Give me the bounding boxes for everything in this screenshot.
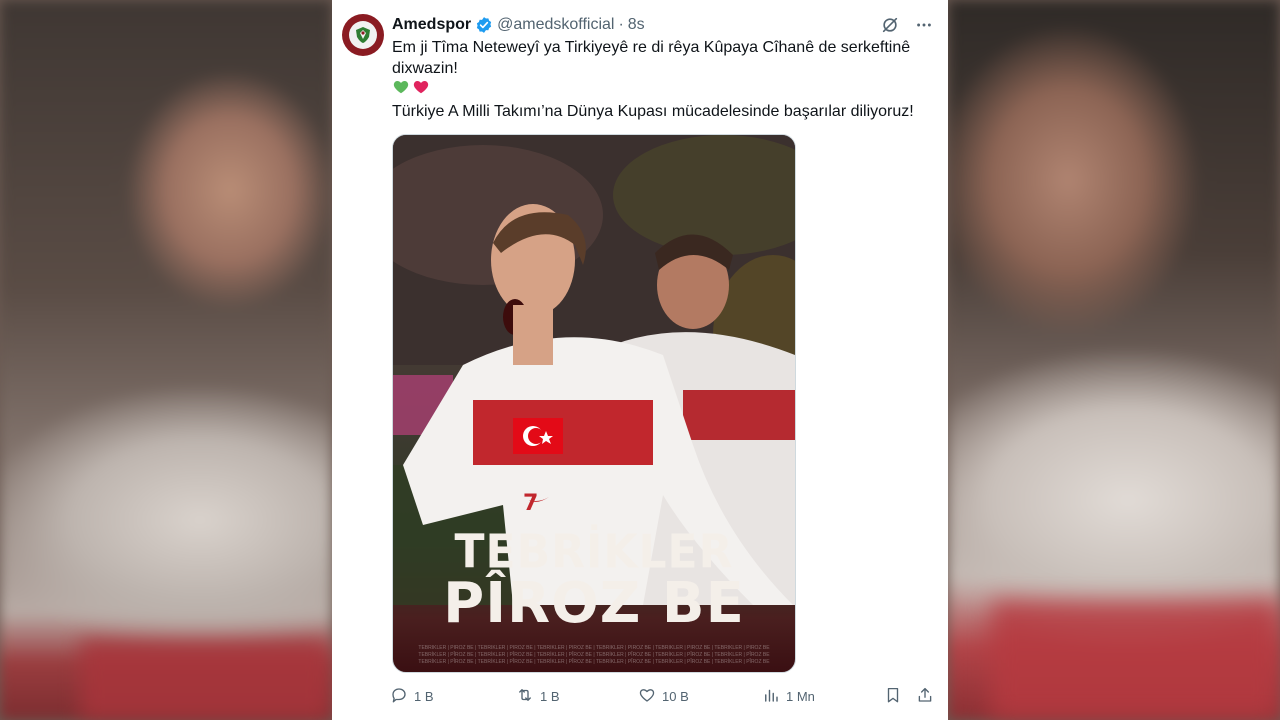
blurred-background-left-accent (80, 640, 330, 720)
image-headline-kurdish: PÎROZ BE (443, 571, 745, 636)
like-button[interactable]: 10 B (638, 686, 762, 707)
emoji-row (392, 79, 938, 101)
separator-dot: · (618, 16, 624, 33)
blurred-background-left (0, 0, 332, 720)
view-count: 1 Mn (786, 688, 815, 704)
shirt-number: 7 (523, 491, 538, 516)
like-count: 10 B (662, 688, 689, 704)
views-chart-icon (762, 686, 780, 707)
bookmark-icon (884, 686, 902, 707)
repost-count: 1 B (540, 688, 560, 704)
tweet-text-kurdish: Em ji Tîma Neteweyî ya Tirkiyeyê re di r… (392, 39, 911, 77)
more-options-icon[interactable] (914, 15, 934, 35)
strip-line-1: TEBRİKLER | PÎROZ BE | TEBRİKLER | PÎROZ… (418, 645, 770, 651)
screen: Amedspor @amedskofficial · 8s Em ji Tîma… (0, 0, 1280, 720)
strip-line-2: TEBRİKLER | PÎROZ BE | TEBRİKLER | PÎROZ… (418, 652, 770, 658)
reply-count: 1 B (414, 688, 434, 704)
header-actions (880, 15, 934, 35)
repost-button[interactable]: 1 B (516, 686, 638, 707)
tweet-header: Amedspor @amedskofficial · 8s (392, 14, 934, 36)
heart-icon (638, 686, 656, 707)
verified-badge-icon (475, 16, 493, 34)
action-bar: 1 B 1 B 10 B 1 Mn (390, 684, 942, 708)
share-icon (916, 686, 934, 707)
share-button[interactable] (916, 686, 940, 707)
display-name[interactable]: Amedspor (392, 16, 471, 34)
club-crest-icon (349, 21, 377, 49)
grok-icon[interactable] (880, 15, 900, 35)
tweet-card[interactable]: Amedspor @amedskofficial · 8s Em ji Tîma… (332, 0, 948, 720)
image-footer-strip: TEBRİKLER | PÎROZ BE | TEBRİKLER | PÎROZ… (393, 645, 795, 667)
avatar[interactable] (342, 14, 384, 56)
reply-icon (390, 686, 408, 707)
strip-line-3: TEBRİKLER | PÎROZ BE | TEBRİKLER | PÎROZ… (418, 659, 770, 665)
repost-icon (516, 686, 534, 707)
bookmark-button[interactable] (884, 686, 916, 707)
timestamp[interactable]: 8s (628, 16, 645, 34)
views-button[interactable]: 1 Mn (762, 686, 884, 707)
tweet-text-turkish: Türkiye A Milli Takımı’na Dünya Kupası m… (392, 103, 914, 120)
handle[interactable]: @amedskofficial (497, 16, 614, 34)
blurred-background-right-accent (990, 600, 1280, 720)
tweet-text: Em ji Tîma Neteweyî ya Tirkiyeyê re di r… (392, 37, 938, 122)
green-heart-icon (392, 78, 410, 102)
tweet-image[interactable]: 7 TEBRİKLER PÎROZ BE TEBRİKLER | PÎROZ B… (392, 134, 796, 673)
reply-button[interactable]: 1 B (390, 686, 516, 707)
red-heart-icon (412, 78, 430, 102)
